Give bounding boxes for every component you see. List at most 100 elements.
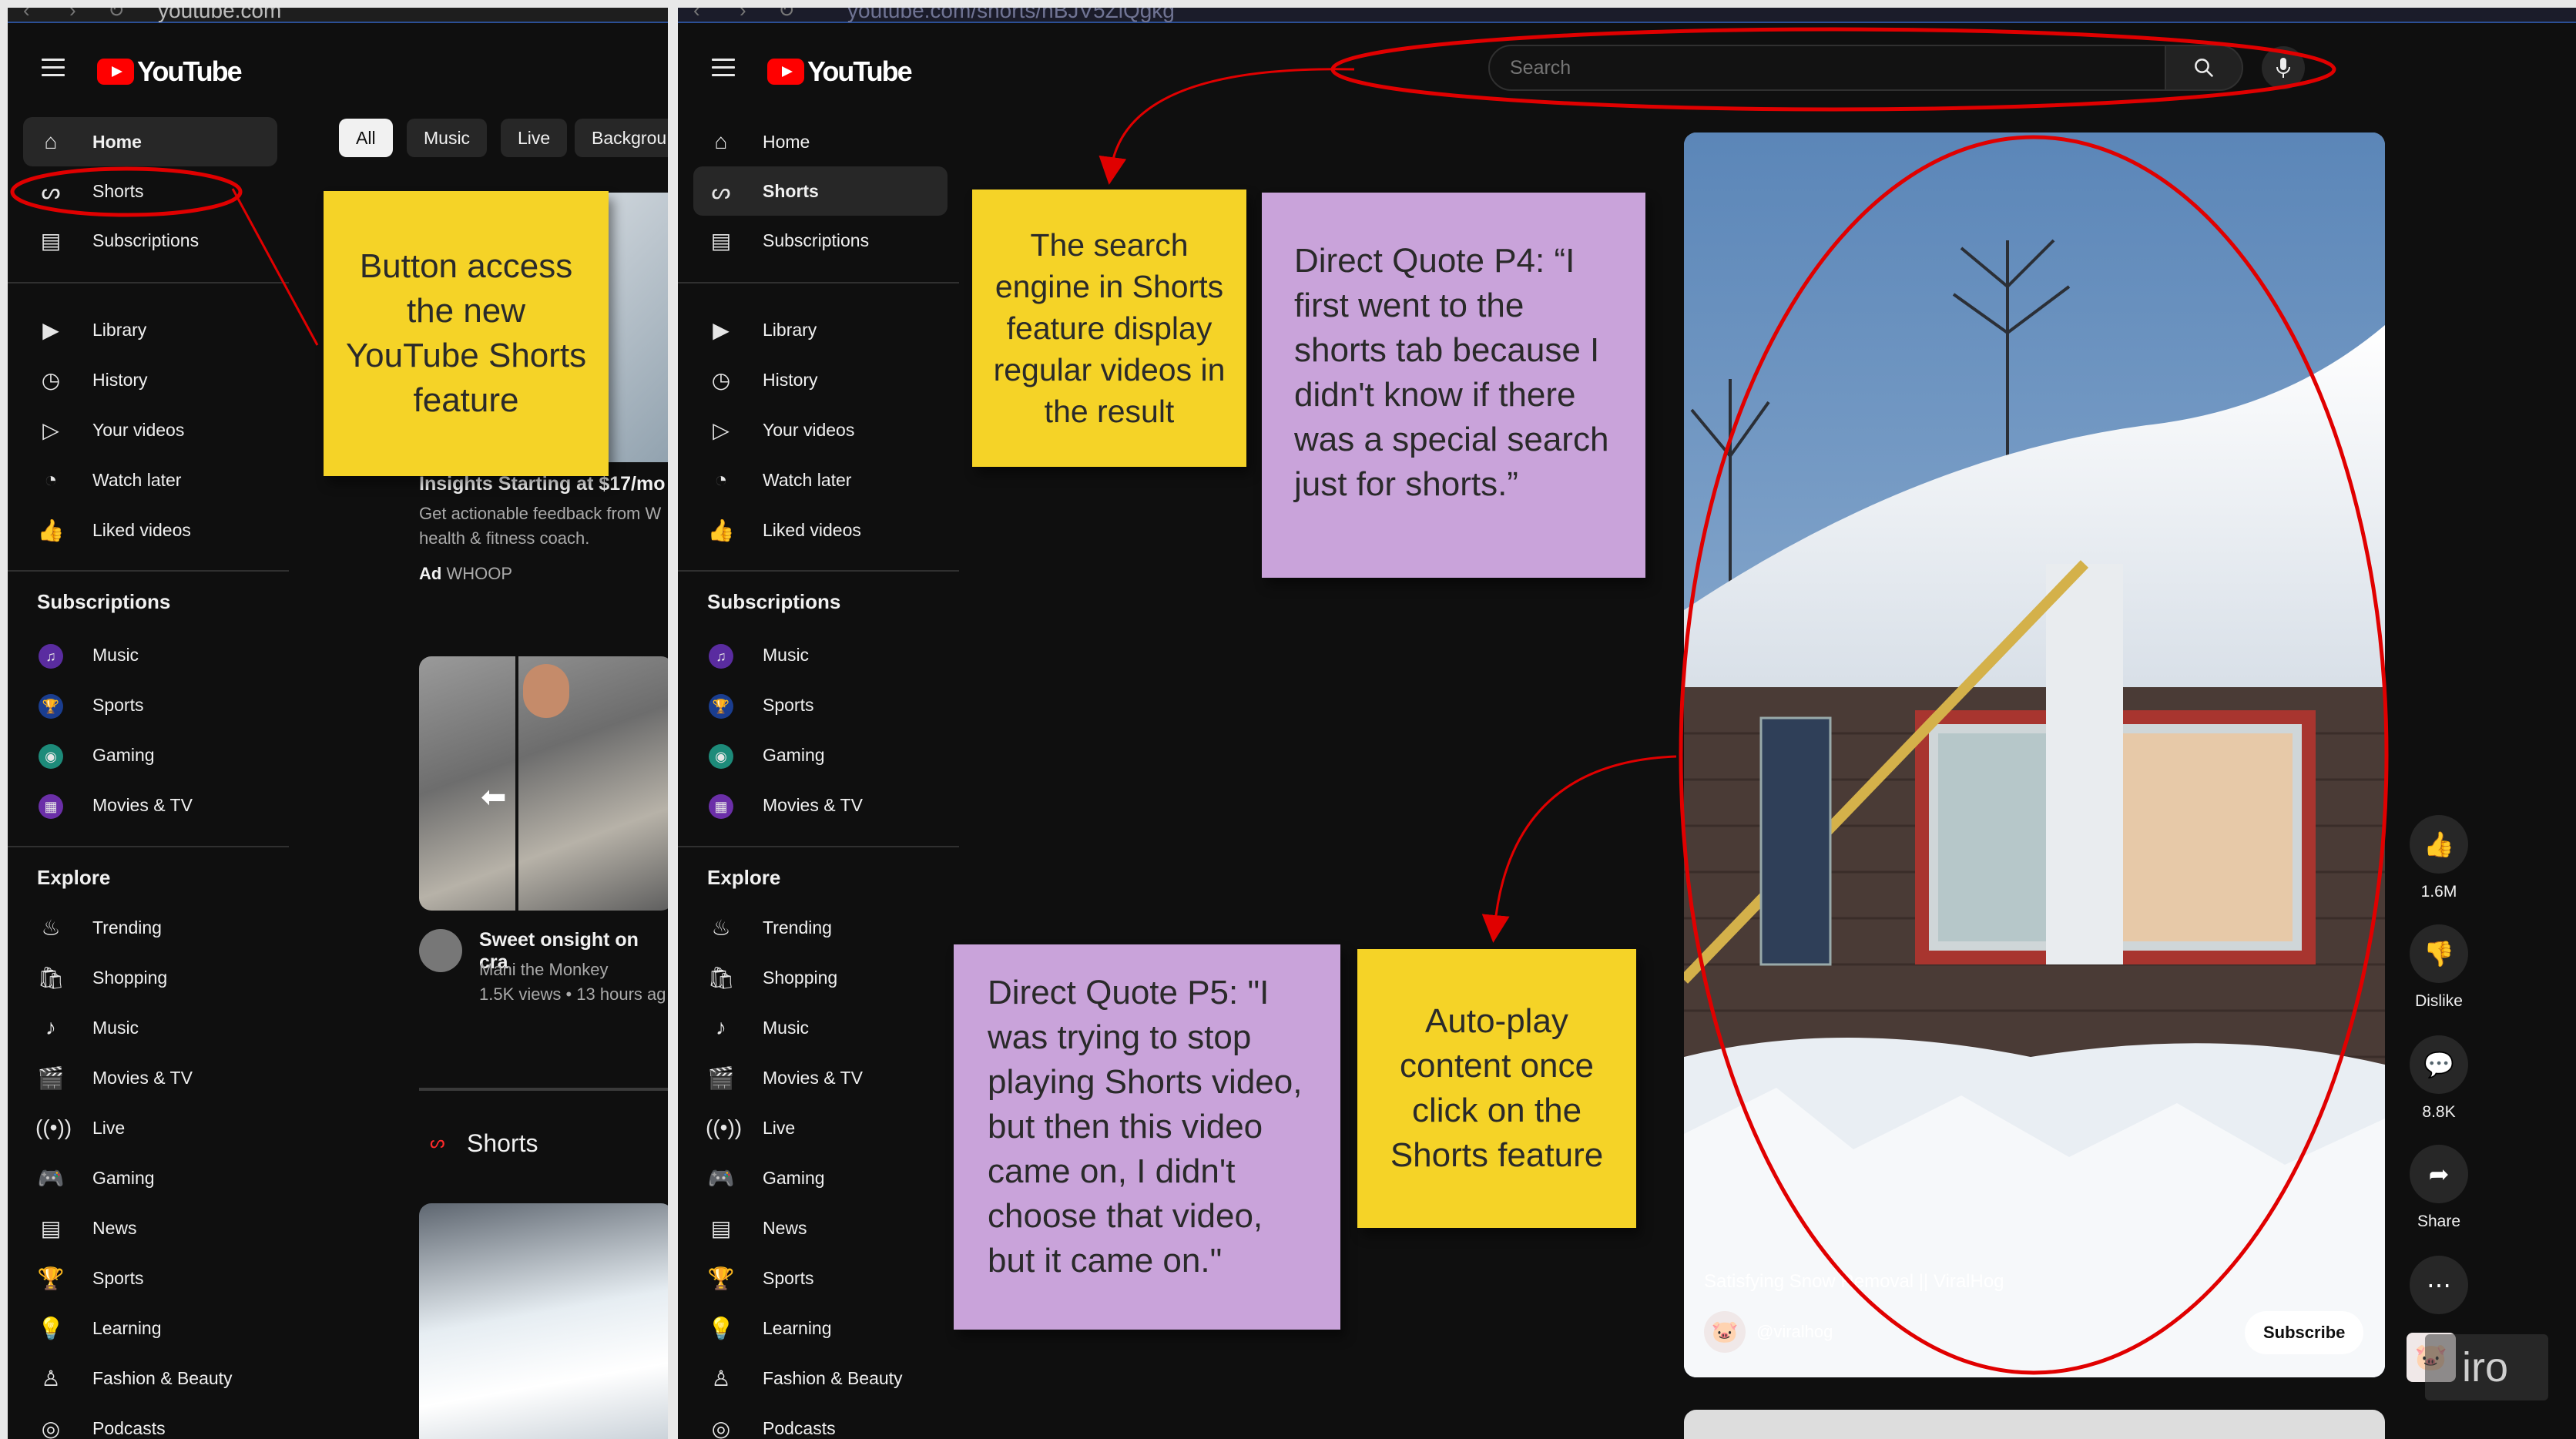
channel-avatar[interactable]: [419, 929, 462, 972]
search-field[interactable]: [1488, 45, 2166, 91]
video-channel[interactable]: Mani the Monkey: [479, 960, 609, 980]
explore-podcasts[interactable]: ◎ Podcasts: [706, 1404, 836, 1439]
explore-learning[interactable]: 💡 Learning: [706, 1303, 832, 1353]
dislike-icon[interactable]: 👎: [2410, 924, 2468, 983]
explore-news[interactable]: ▤ News: [706, 1203, 807, 1253]
explore-shopping[interactable]: 🛍 Shopping: [35, 953, 167, 1002]
forward-icon[interactable]: ›: [69, 8, 76, 22]
explore-shopping[interactable]: 🛍 Shopping: [706, 953, 837, 1002]
sidebar-item-your-videos[interactable]: ▷ Your videos: [35, 405, 184, 455]
sidebar-item-watch-later[interactable]: ◔ Watch later: [35, 455, 182, 505]
subscription-gaming[interactable]: ◉ Gaming: [35, 730, 155, 780]
sidebar-item-subscriptions[interactable]: ▤ Subscriptions: [35, 216, 199, 265]
reload-icon[interactable]: ↻: [108, 8, 125, 22]
chip-music[interactable]: Music: [407, 119, 488, 157]
subscription-music[interactable]: ♫ Music: [35, 630, 139, 679]
explore-learning[interactable]: 💡 Learning: [35, 1303, 162, 1353]
sidebar-item-your-videos[interactable]: ▷ Your videos: [706, 405, 854, 455]
sidebar-item-label: Shorts: [763, 180, 819, 201]
back-icon[interactable]: ‹: [693, 8, 700, 22]
more-action[interactable]: ⋯: [2400, 1256, 2477, 1314]
voice-search-button[interactable]: [2262, 46, 2305, 89]
explore-fashion-beauty[interactable]: ♙ Fashion & Beauty: [706, 1353, 902, 1403]
explore-gaming[interactable]: 🎮 Gaming: [706, 1153, 825, 1203]
explore-music[interactable]: ♪ Music: [35, 1003, 139, 1052]
subscription-sports[interactable]: 🏆 Sports: [706, 680, 813, 730]
sidebar-item-watch-later[interactable]: ◔ Watch later: [706, 455, 852, 505]
subscription-movies-tv[interactable]: ▦ Movies & TV: [706, 780, 863, 830]
video-thumbnail[interactable]: ⬅: [419, 656, 668, 911]
explore-trending[interactable]: ♨ Trending: [706, 903, 832, 952]
channel-avatar[interactable]: 🐷: [1704, 1311, 1746, 1353]
explore-music[interactable]: ♪ Music: [706, 1003, 809, 1052]
dislike-action[interactable]: 👎 Dislike: [2400, 924, 2477, 1011]
subscription-music[interactable]: ♫ Music: [706, 630, 809, 679]
browser-address-bar[interactable]: ‹ › ↻ youtube.com/shorts/nBJV5ZlQgkg: [678, 8, 2576, 23]
sidebar-item-home[interactable]: ⌂ Home: [706, 117, 810, 166]
sidebar-item-subscriptions[interactable]: ▤ Subscriptions: [706, 216, 869, 265]
explore-sports[interactable]: 🏆 Sports: [706, 1253, 814, 1303]
share-label: Share: [2417, 1213, 2461, 1230]
sidebar-item-library[interactable]: ▶ Library: [35, 305, 146, 354]
explore-live[interactable]: ((•)) Live: [706, 1103, 795, 1152]
explore-fashion-beauty[interactable]: ♙ Fashion & Beauty: [35, 1353, 232, 1403]
sidebar-item-library[interactable]: ▶ Library: [706, 305, 817, 354]
subscription-movies-tv[interactable]: ▦ Movies & TV: [35, 780, 193, 830]
explore-movies-tv[interactable]: 🎬 Movies & TV: [706, 1053, 863, 1102]
explore-live[interactable]: ((•)) Live: [35, 1103, 125, 1152]
back-icon[interactable]: ‹: [23, 8, 30, 22]
trending-icon: ♨: [41, 915, 61, 940]
sidebar-item-liked-videos[interactable]: 👍 Liked videos: [35, 505, 191, 555]
explore-gaming[interactable]: 🎮 Gaming: [35, 1153, 155, 1203]
youtube-logo[interactable]: YouTube: [97, 55, 243, 88]
ad-title[interactable]: Insights Starting at $17/mo: [419, 473, 666, 495]
url-text[interactable]: youtube.com: [158, 8, 281, 23]
trophy-icon: 🏆: [707, 1266, 735, 1290]
sidebar-item-home[interactable]: ⌂ Home: [23, 117, 277, 166]
share-icon[interactable]: ➦: [2410, 1145, 2468, 1203]
browser-address-bar[interactable]: ‹ › ↻ youtube.com: [8, 8, 668, 23]
youtube-logo[interactable]: YouTube: [767, 55, 913, 88]
search-button[interactable]: [2166, 45, 2243, 91]
explore-news[interactable]: ▤ News: [35, 1203, 137, 1253]
next-short-preview[interactable]: [1684, 1410, 2385, 1439]
sidebar-item-label: Home: [763, 131, 810, 152]
chip-all[interactable]: All: [339, 119, 393, 157]
sidebar-item-history[interactable]: ◷ History: [706, 355, 818, 404]
explore-label: Music: [92, 1017, 139, 1038]
subscriptions-icon: ▤: [710, 228, 732, 253]
sidebar-item-label: Liked videos: [763, 519, 861, 540]
url-text[interactable]: youtube.com/shorts/nBJV5ZlQgkg: [847, 8, 1175, 23]
sidebar-item-label: Subscriptions: [763, 230, 870, 250]
sidebar-item-shorts[interactable]: ᔕ Shorts: [693, 166, 948, 216]
menu-icon[interactable]: [712, 59, 735, 76]
divider: [8, 282, 289, 283]
like-action[interactable]: 👍 1.6M: [2400, 815, 2477, 901]
short-title[interactable]: Satisfying Snow Removal || ViralHog: [1704, 1271, 2004, 1293]
sidebar-item-history[interactable]: ◷ History: [35, 355, 148, 404]
forward-icon[interactable]: ›: [740, 8, 746, 22]
menu-icon[interactable]: [42, 59, 65, 76]
explore-sports[interactable]: 🏆 Sports: [35, 1253, 144, 1303]
short-thumbnail[interactable]: [419, 1203, 668, 1439]
chip-background[interactable]: Backgrou: [575, 119, 668, 157]
shorts-video-player[interactable]: Satisfying Snow Removal || ViralHog 🐷 @v…: [1684, 132, 2385, 1377]
subscription-sports[interactable]: 🏆 Sports: [35, 680, 143, 730]
subscribe-button[interactable]: Subscribe: [2245, 1311, 2364, 1354]
more-icon[interactable]: ⋯: [2410, 1256, 2468, 1314]
explore-movies-tv[interactable]: 🎬 Movies & TV: [35, 1053, 193, 1102]
explore-podcasts[interactable]: ◎ Podcasts: [35, 1404, 166, 1439]
subscription-gaming[interactable]: ◉ Gaming: [706, 730, 825, 780]
like-icon[interactable]: 👍: [2410, 815, 2468, 874]
comment-icon[interactable]: 💬: [2410, 1035, 2468, 1094]
short-channel[interactable]: @viralhog: [1756, 1322, 1833, 1342]
sidebar-item-liked-videos[interactable]: 👍 Liked videos: [706, 505, 861, 555]
search-input[interactable]: [1490, 46, 2165, 89]
sidebar-item-shorts[interactable]: ᔕ Shorts: [35, 166, 144, 216]
explore-trending[interactable]: ♨ Trending: [35, 903, 162, 952]
share-action[interactable]: ➦ Share: [2400, 1145, 2477, 1231]
reload-icon[interactable]: ↻: [778, 8, 795, 22]
chip-live[interactable]: Live: [501, 119, 568, 157]
comment-action[interactable]: 💬 8.8K: [2400, 1035, 2477, 1122]
youtube-play-icon: [97, 59, 134, 85]
